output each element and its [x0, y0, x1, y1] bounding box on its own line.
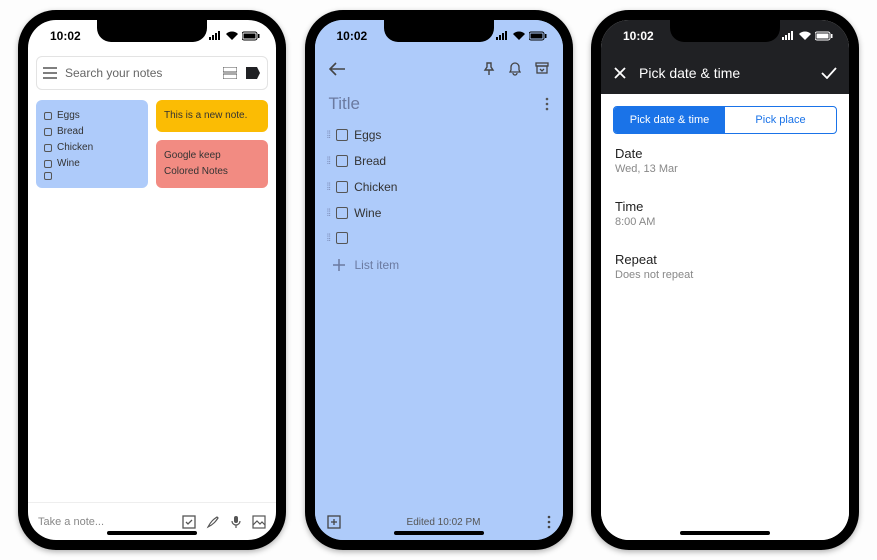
row-label: Date — [615, 146, 835, 161]
pin-icon[interactable] — [483, 62, 495, 76]
back-icon[interactable] — [329, 62, 345, 76]
item-text[interactable]: Eggs — [354, 128, 381, 142]
note-card-checklist[interactable]: Eggs Bread Chicken Wine — [36, 100, 148, 188]
edited-label: Edited 10:02 PM — [407, 517, 481, 528]
search-placeholder: Search your notes — [65, 66, 162, 80]
more-icon[interactable] — [545, 97, 549, 111]
voice-icon[interactable] — [230, 515, 242, 529]
drag-handle-icon[interactable]: ⁞⁞ — [327, 156, 331, 167]
more-icon[interactable] — [547, 515, 551, 529]
confirm-icon[interactable] — [821, 67, 837, 79]
image-icon[interactable] — [252, 515, 266, 529]
title-field[interactable]: Title — [329, 94, 361, 114]
plus-icon — [333, 259, 345, 271]
phone-frame-1: 10:02 Search your notes — [18, 10, 286, 550]
add-box-icon[interactable] — [327, 515, 341, 529]
note-card-yellow[interactable]: This is a new note. — [156, 100, 268, 132]
status-time: 10:02 — [50, 29, 81, 43]
list-item[interactable]: ⁞⁞ — [323, 226, 555, 250]
note-text: Colored Notes — [164, 164, 260, 180]
checkbox[interactable] — [336, 155, 348, 167]
row-label: Repeat — [615, 252, 835, 267]
drag-handle-icon[interactable]: ⁞⁞ — [327, 182, 331, 193]
drag-handle-icon[interactable]: ⁞⁞ — [327, 130, 331, 141]
row-label: Time — [615, 199, 835, 214]
checkbox[interactable] — [336, 207, 348, 219]
checkbox[interactable] — [336, 129, 348, 141]
add-list-item[interactable]: List item — [315, 250, 563, 280]
status-icons — [781, 31, 833, 41]
tab-place[interactable]: Pick place — [725, 107, 836, 133]
drag-handle-icon[interactable]: ⁞⁞ — [327, 208, 331, 219]
checklist: ⁞⁞ Eggs ⁞⁞ Bread ⁞⁞ Chicken ⁞⁞ Wine ⁞⁞ — [315, 122, 563, 250]
status-time: 10:02 — [337, 29, 368, 43]
grid-view-icon[interactable] — [223, 67, 237, 79]
status-time: 10:02 — [623, 29, 654, 43]
dialog-title: Pick date & time — [639, 65, 740, 81]
list-item[interactable]: ⁞⁞ Chicken — [323, 174, 555, 200]
list-item[interactable]: ⁞⁞ Wine — [323, 200, 555, 226]
draw-icon[interactable] — [206, 515, 220, 529]
row-value: 8:00 AM — [615, 216, 835, 228]
checkbox[interactable] — [336, 232, 348, 244]
item-text[interactable]: Bread — [354, 154, 386, 168]
take-note-input[interactable]: Take a note... — [38, 516, 104, 528]
list-item[interactable]: ⁞⁞ Bread — [323, 148, 555, 174]
check-item: Wine — [57, 156, 80, 172]
list-item[interactable]: ⁞⁞ Eggs — [323, 122, 555, 148]
check-item: Eggs — [57, 108, 80, 124]
search-bar[interactable]: Search your notes — [36, 56, 268, 90]
status-icons — [208, 31, 260, 41]
row-value: Wed, 13 Mar — [615, 163, 835, 175]
reminder-icon[interactable] — [509, 62, 521, 76]
note-card-red[interactable]: Google keep Colored Notes — [156, 140, 268, 188]
item-text[interactable]: Chicken — [354, 180, 397, 194]
check-item: Chicken — [57, 140, 93, 156]
date-row[interactable]: Date Wed, 13 Mar — [613, 134, 837, 187]
account-icon[interactable] — [245, 66, 261, 80]
note-text: Google keep — [164, 148, 260, 164]
close-icon[interactable] — [613, 66, 627, 80]
archive-icon[interactable] — [535, 62, 549, 76]
tab-datetime[interactable]: Pick date & time — [614, 107, 725, 133]
item-text[interactable]: Wine — [354, 206, 381, 220]
checklist-icon[interactable] — [182, 515, 196, 529]
status-icons — [495, 31, 547, 41]
phone-frame-2: 10:02 Title ⁞⁞ Eggs ⁞⁞ — [305, 10, 573, 550]
phone-frame-3: 10:02 Pick date & time Pick date & time … — [591, 10, 859, 550]
menu-icon[interactable] — [43, 67, 57, 79]
time-row[interactable]: Time 8:00 AM — [613, 187, 837, 240]
note-text: This is a new note. — [164, 110, 247, 121]
checkbox[interactable] — [336, 181, 348, 193]
add-item-label: List item — [355, 258, 400, 272]
segmented-control: Pick date & time Pick place — [613, 106, 837, 134]
row-value: Does not repeat — [615, 269, 835, 281]
drag-handle-icon[interactable]: ⁞⁞ — [327, 233, 331, 244]
repeat-row[interactable]: Repeat Does not repeat — [613, 240, 837, 293]
check-item: Bread — [57, 124, 84, 140]
dialog-header: Pick date & time — [601, 52, 849, 94]
